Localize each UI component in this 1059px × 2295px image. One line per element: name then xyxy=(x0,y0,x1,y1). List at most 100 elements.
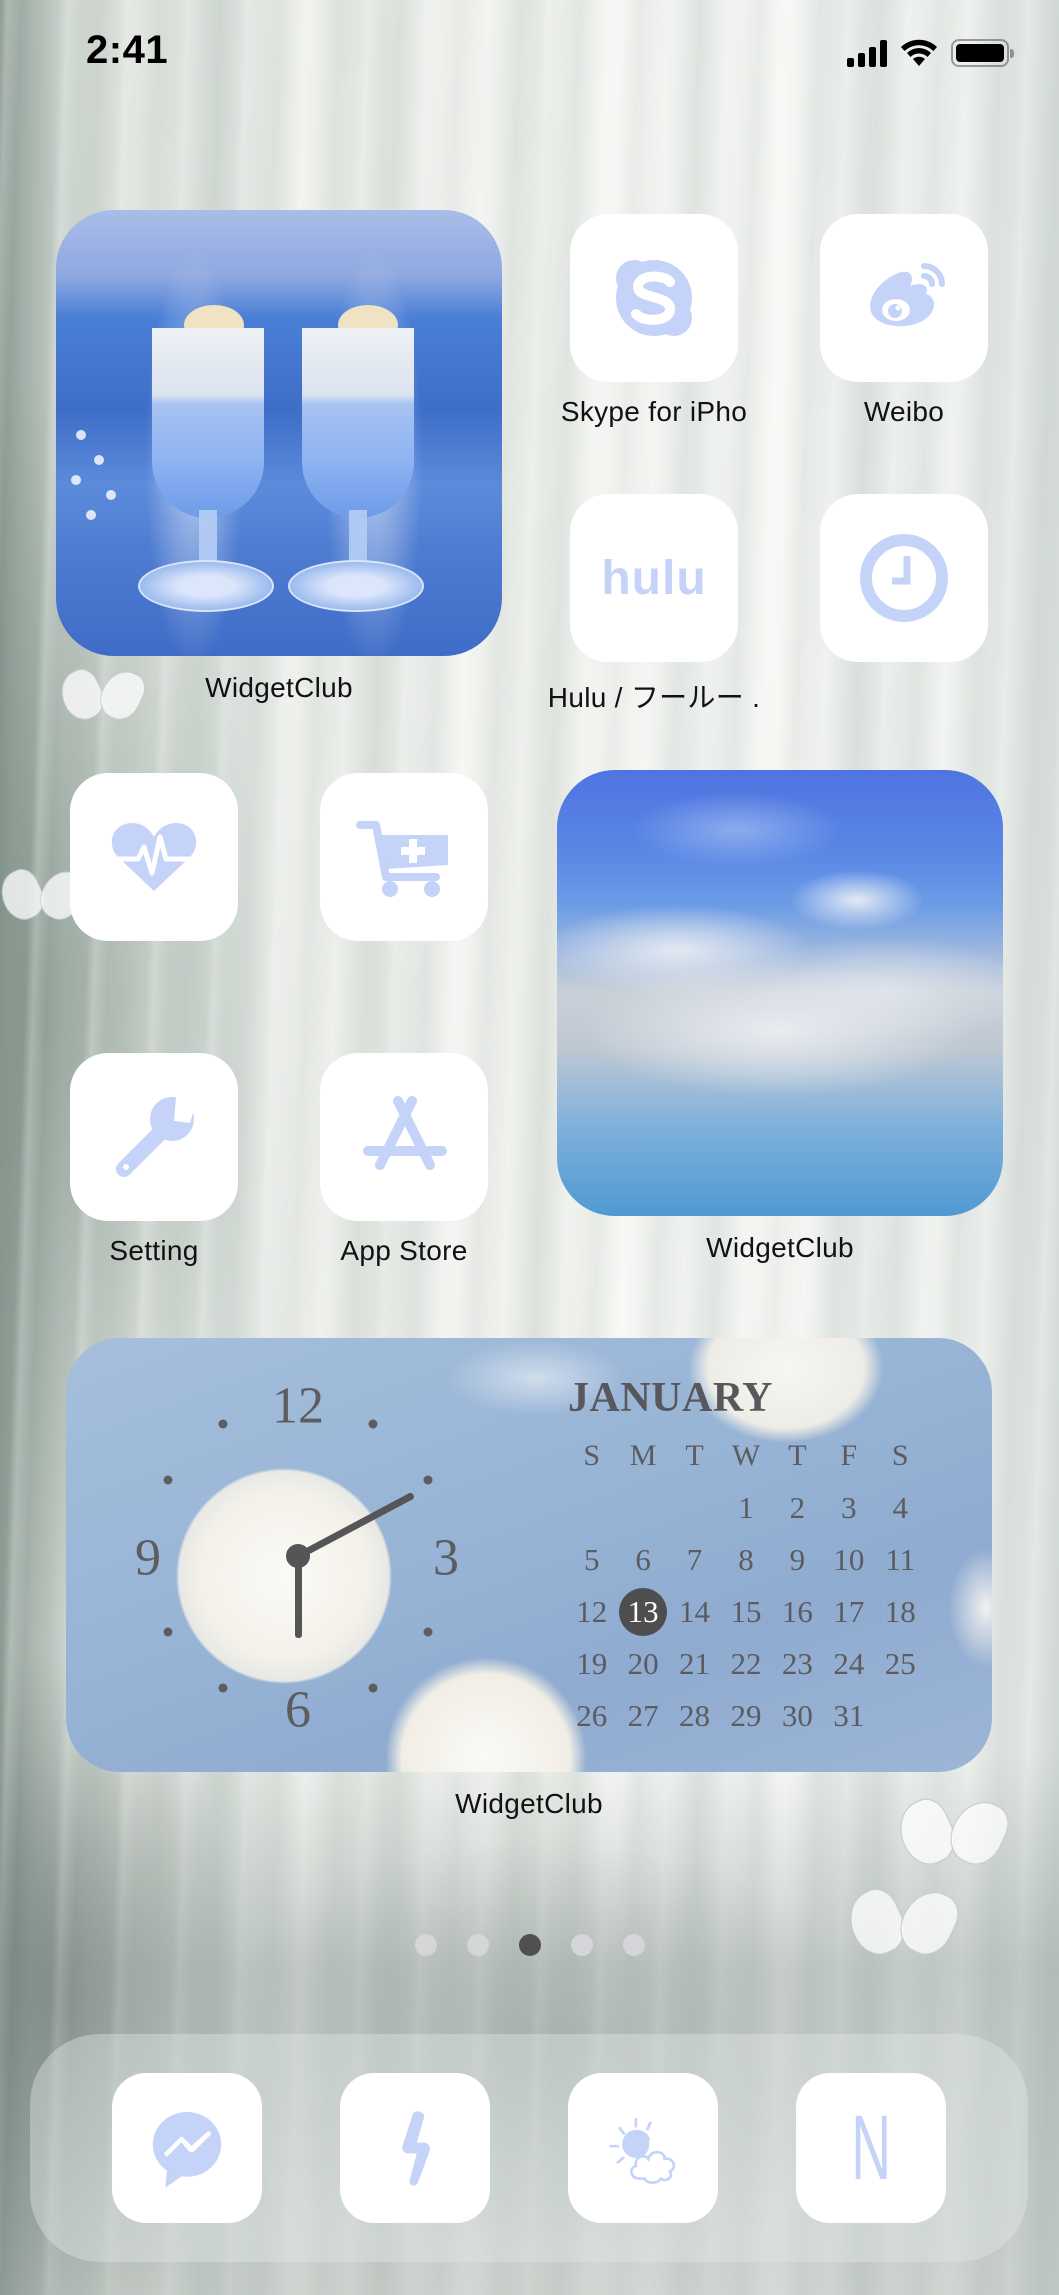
dock-app-netflix[interactable]: N xyxy=(796,2073,946,2223)
page-dot[interactable] xyxy=(466,1934,489,1956)
calendar-day: 3 xyxy=(823,1486,874,1530)
calendar-day-number: 29 xyxy=(730,1698,762,1733)
app-tile xyxy=(70,773,238,941)
clock-numeral-12: 12 xyxy=(272,1377,324,1435)
calendar-day-number: 31 xyxy=(833,1698,865,1733)
calendar-day: 9 xyxy=(772,1538,823,1582)
page-dot[interactable] xyxy=(414,1934,437,1956)
calendar-day: 21 xyxy=(669,1642,720,1686)
widget-clock-calendar[interactable]: 12 3 6 9 JANUARY S M T W T F S 1 2 3 4 5… xyxy=(66,1338,992,1820)
calendar-day-number: 9 xyxy=(789,1542,806,1577)
weather-partly-cloudy-icon xyxy=(609,2117,676,2184)
calendar-day-number: 2 xyxy=(789,1490,806,1525)
page-dot-active[interactable] xyxy=(518,1934,541,1956)
calendar-day: 25 xyxy=(875,1642,926,1686)
calendar-day: 28 xyxy=(669,1694,720,1738)
app-store-icon xyxy=(363,1096,447,1170)
weekday-label: M xyxy=(629,1439,657,1472)
app-label: Weibo xyxy=(863,396,945,427)
app-tile xyxy=(320,773,488,941)
calendar-day: 19 xyxy=(566,1642,617,1686)
status-icons xyxy=(847,38,1014,68)
calendar-day: 29 xyxy=(720,1694,771,1738)
calendar-day: 16 xyxy=(772,1590,823,1634)
sky-photo xyxy=(557,770,1003,1216)
calendar-week-row: 19 20 21 22 23 24 25 xyxy=(566,1638,926,1690)
app-setting[interactable]: Setting xyxy=(70,1053,238,1267)
app-app-store[interactable]: App Store xyxy=(320,1053,488,1267)
calendar-day: 7 xyxy=(669,1538,720,1582)
app-label: Hulu / フールー . xyxy=(547,682,761,713)
widget-label: WidgetClub xyxy=(205,672,353,703)
calendar-day: 18 xyxy=(875,1590,926,1634)
calendar-day-number: 18 xyxy=(884,1594,916,1629)
calendar-day-number: 13 xyxy=(627,1594,659,1629)
calendar-day-number: 16 xyxy=(781,1594,813,1629)
app-health[interactable] xyxy=(70,773,238,941)
calendar-day: 27 xyxy=(617,1694,668,1738)
calendar-day-number: 19 xyxy=(576,1646,608,1681)
calendar-day-number: 22 xyxy=(730,1646,762,1681)
status-time: 2:41 xyxy=(86,28,169,72)
clock-numeral-9: 9 xyxy=(135,1529,161,1587)
app-skype[interactable]: Skype for iPho xyxy=(561,214,747,428)
app-clock[interactable] xyxy=(820,494,988,662)
calendar-day: 10 xyxy=(823,1538,874,1582)
calendar-day-number: 14 xyxy=(679,1594,711,1629)
app-label: Setting xyxy=(109,1235,199,1266)
calendar-day: 23 xyxy=(772,1642,823,1686)
calendar-day: 20 xyxy=(617,1642,668,1686)
calendar-day: 31 xyxy=(823,1694,874,1738)
calendar-day: 15 xyxy=(720,1590,771,1634)
page-dot[interactable] xyxy=(622,1934,645,1956)
calendar-day: 26 xyxy=(566,1694,617,1738)
cellular-signal-icon xyxy=(847,39,887,67)
dock: N xyxy=(30,2034,1028,2262)
weekday-label: F xyxy=(840,1439,858,1472)
clock-tick xyxy=(163,1627,173,1637)
drinks-photo xyxy=(56,210,502,656)
dock-app-weather[interactable] xyxy=(568,2073,718,2223)
clock-numeral-3: 3 xyxy=(433,1529,459,1587)
calendar-day xyxy=(669,1486,720,1530)
calendar-day xyxy=(566,1486,617,1530)
calendar-day: 11 xyxy=(875,1538,926,1582)
health-heart-icon xyxy=(111,823,197,891)
calendar-week-row: 26 27 28 29 30 31 xyxy=(566,1690,926,1742)
weekday-label: W xyxy=(731,1439,761,1472)
clock-icon xyxy=(860,534,948,622)
page-indicator[interactable] xyxy=(0,1934,1059,1956)
dock-app-messenger[interactable] xyxy=(112,2073,262,2223)
calendar-day-number: 4 xyxy=(892,1490,908,1525)
messenger-icon xyxy=(152,2112,222,2188)
clock-calendar-photo: 12 3 6 9 JANUARY S M T W T F S 1 2 3 4 5… xyxy=(66,1338,992,1772)
dock-app-lightning[interactable] xyxy=(340,2073,490,2223)
calendar-day-number: 25 xyxy=(884,1646,916,1681)
app-tile xyxy=(570,214,738,382)
calendar-day-number: 5 xyxy=(583,1542,600,1577)
widget-label: WidgetClub xyxy=(706,1232,854,1263)
calendar-weeks: 1 2 3 4 5 6 7 8 9 10 11 12 13 14 15 16 17 18 19 20 21 22 23 24 2… xyxy=(566,1482,926,1742)
clock-tick xyxy=(423,1475,433,1485)
calendar-day: 17 xyxy=(823,1590,874,1634)
calendar-day-number: 27 xyxy=(627,1698,659,1733)
app-weibo[interactable]: Weibo xyxy=(820,214,988,428)
page-dot[interactable] xyxy=(570,1934,593,1956)
calendar-day-number: 20 xyxy=(627,1646,659,1681)
weekday-label: S xyxy=(891,1439,909,1472)
app-hulu[interactable]: hulu Hulu / フールー . xyxy=(548,494,760,716)
app-tile: hulu xyxy=(570,494,738,662)
calendar-week-row: 12 13 14 15 16 17 18 xyxy=(566,1586,926,1638)
calendar-day xyxy=(875,1694,926,1738)
skype-icon xyxy=(616,260,692,336)
calendar-day-number: 1 xyxy=(738,1490,754,1525)
weibo-icon xyxy=(870,263,945,327)
clock-tick xyxy=(218,1683,228,1693)
widget-drinks-photo[interactable]: WidgetClub xyxy=(56,210,502,704)
widget-sky-photo[interactable]: WidgetClub xyxy=(557,770,1003,1264)
clock-tick xyxy=(163,1475,173,1485)
calendar-day: 12 xyxy=(566,1590,617,1634)
app-shopping[interactable] xyxy=(320,773,488,941)
calendar-day-number: 10 xyxy=(833,1542,865,1577)
calendar-day: 14 xyxy=(669,1590,720,1634)
